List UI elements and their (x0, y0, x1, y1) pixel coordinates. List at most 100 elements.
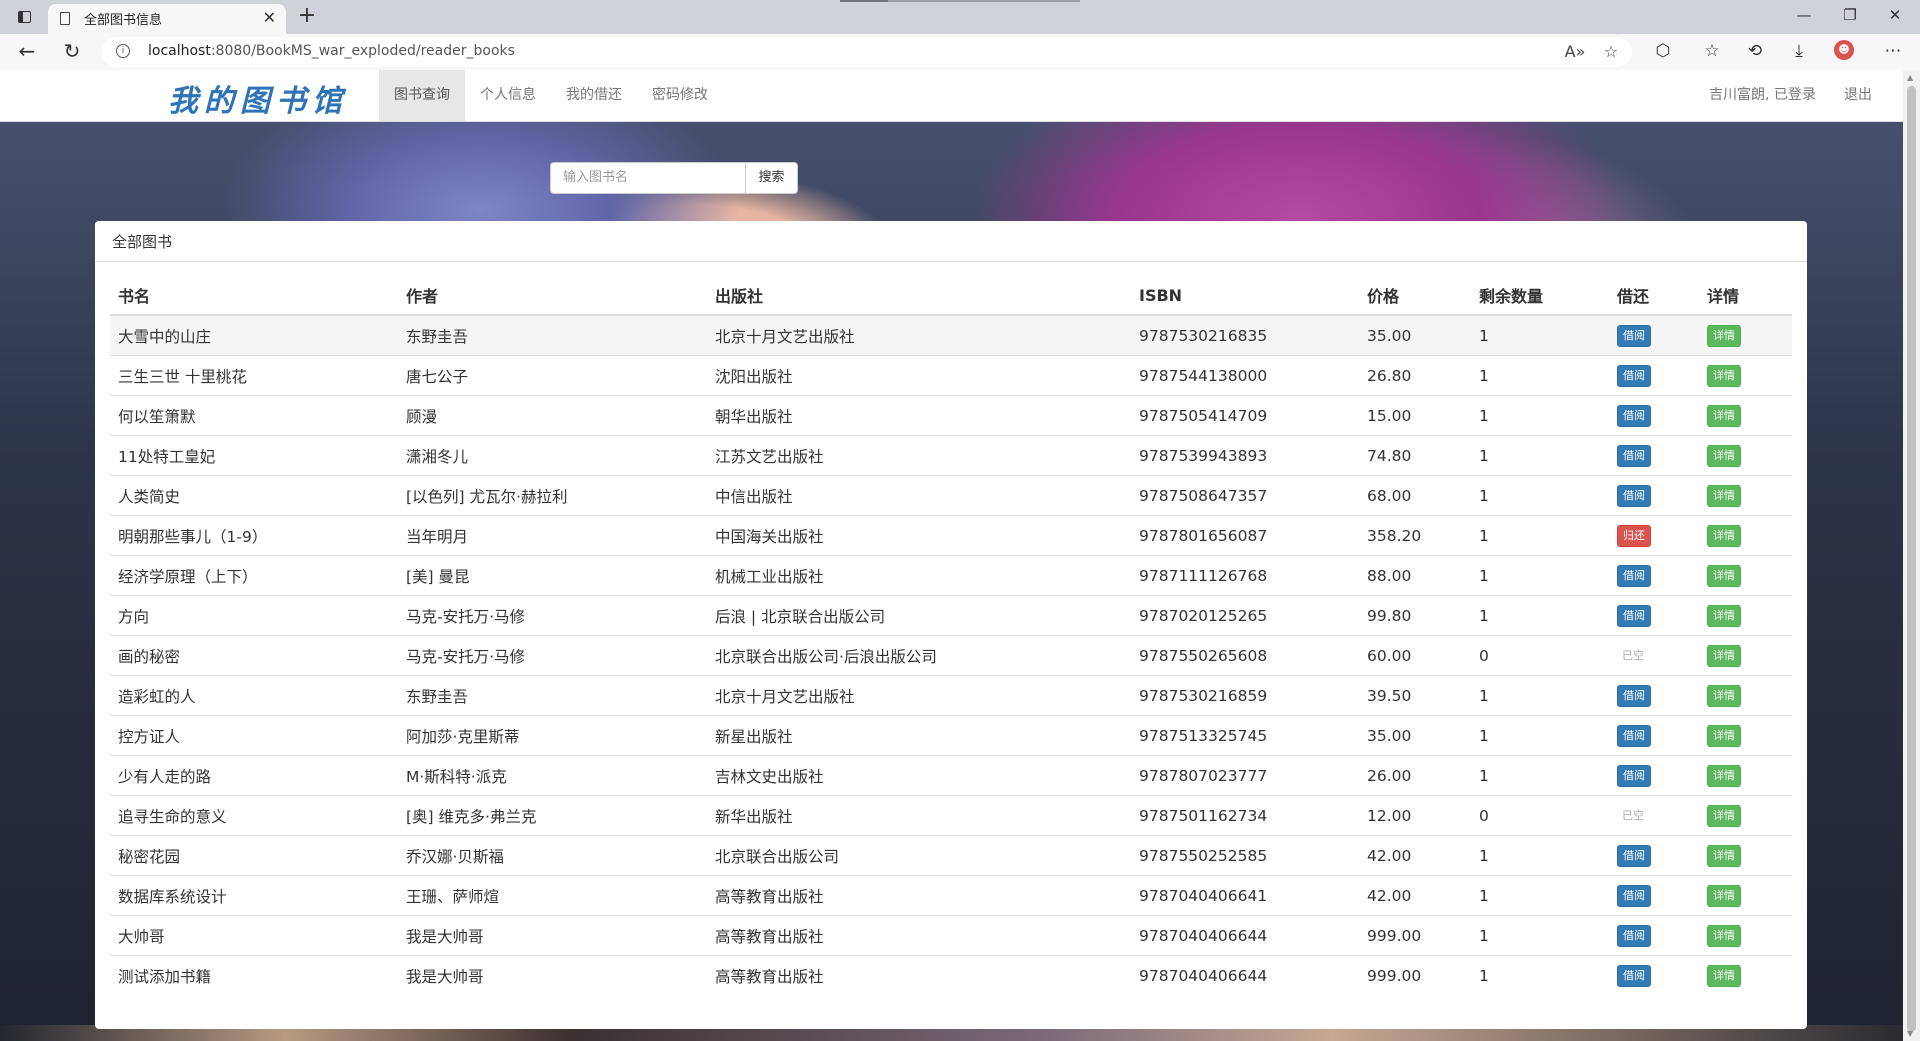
details-button[interactable]: 详情 (1707, 964, 1741, 987)
details-button[interactable]: 详情 (1707, 604, 1741, 627)
book-author: 顾漫 (398, 395, 707, 436)
borrow-button[interactable]: 借阅 (1617, 484, 1651, 507)
book-title: 11处特工皇妃 (110, 435, 398, 476)
return-button[interactable]: 归还 (1617, 524, 1651, 547)
borrow-button[interactable]: 借阅 (1617, 924, 1651, 947)
details-cell: 详情 (1699, 715, 1792, 756)
details-button[interactable]: 详情 (1707, 484, 1741, 507)
book-remaining: 0 (1471, 635, 1609, 676)
nav-link-change-password[interactable]: 密码修改 (637, 70, 723, 121)
borrow-return-cell: 借阅 (1609, 675, 1699, 716)
logged-in-user[interactable]: 吉川富朗, 已登录 (1709, 70, 1816, 121)
back-icon[interactable]: ← (14, 39, 40, 63)
details-button[interactable]: 详情 (1707, 764, 1741, 787)
read-aloud-icon[interactable]: A» (1564, 42, 1586, 61)
details-button[interactable]: 详情 (1707, 924, 1741, 947)
borrow-button[interactable]: 借阅 (1617, 564, 1651, 587)
table-header-row: 书名 作者 出版社 ISBN 价格 剩余数量 借还 详情 (110, 276, 1792, 316)
site-info-icon[interactable]: i (116, 44, 130, 58)
book-publisher: 中信出版社 (707, 475, 1131, 516)
col-header-details: 详情 (1699, 276, 1792, 316)
tab-strip-scroll-indicator-thumb (840, 0, 888, 2)
minimize-icon[interactable]: — (1789, 6, 1819, 24)
details-button[interactable]: 详情 (1707, 324, 1741, 347)
book-title: 大雪中的山庄 (110, 315, 398, 356)
details-button[interactable]: 详情 (1707, 844, 1741, 867)
book-publisher: 高等教育出版社 (707, 915, 1131, 956)
scrollbar-thumb[interactable] (1907, 86, 1916, 1032)
details-button[interactable]: 详情 (1707, 564, 1741, 587)
nav-link-personal-info[interactable]: 个人信息 (465, 70, 551, 121)
borrow-return-cell: 借阅 (1609, 555, 1699, 596)
close-tab-icon[interactable]: ✕ (263, 8, 276, 27)
borrow-button[interactable]: 借阅 (1617, 364, 1651, 387)
details-button[interactable]: 详情 (1707, 884, 1741, 907)
book-author: [奥] 维克多·弗兰克 (398, 795, 707, 836)
scroll-down-icon[interactable]: ▼ (1907, 1029, 1913, 1038)
details-button[interactable]: 详情 (1707, 724, 1741, 747)
profile-avatar-icon[interactable]: ☻ (1834, 40, 1854, 60)
book-isbn: 9787539943893 (1131, 435, 1359, 476)
book-price: 42.00 (1359, 875, 1471, 916)
book-remaining: 1 (1471, 435, 1609, 476)
borrow-return-cell: 借阅 (1609, 435, 1699, 476)
borrow-button[interactable]: 借阅 (1617, 324, 1651, 347)
nav-link-book-search[interactable]: 图书查询 (379, 70, 465, 121)
details-button[interactable]: 详情 (1707, 404, 1741, 427)
browser-tab-active[interactable]: 全部图书信息 ✕ (48, 4, 286, 34)
address-bar[interactable]: i localhost:8080/BookMS_war_exploded/rea… (102, 37, 1632, 67)
page-scrollbar[interactable]: ▲ ▼ (1903, 70, 1920, 1041)
history-icon[interactable]: ⟲ (1743, 41, 1767, 61)
borrow-button[interactable]: 借阅 (1617, 404, 1651, 427)
borrow-button[interactable]: 借阅 (1617, 444, 1651, 467)
restore-icon[interactable]: ❐ (1835, 6, 1865, 24)
borrow-button[interactable]: 借阅 (1617, 844, 1651, 867)
borrow-button[interactable]: 借阅 (1617, 684, 1651, 707)
borrow-button[interactable]: 借阅 (1617, 964, 1651, 987)
book-remaining: 0 (1471, 795, 1609, 836)
search-button[interactable]: 搜索 (745, 162, 798, 194)
details-button[interactable]: 详情 (1707, 684, 1741, 707)
books-panel: 全部图书 书名 作者 出版社 ISBN 价格 剩余数量 借还 详情 大雪中的山庄 (95, 221, 1807, 1029)
book-price: 12.00 (1359, 795, 1471, 836)
details-button[interactable]: 详情 (1707, 644, 1741, 667)
book-isbn: 9787550252585 (1131, 835, 1359, 876)
more-icon[interactable]: ⋯ (1881, 41, 1905, 61)
refresh-icon[interactable]: ↻ (59, 39, 85, 63)
url-text[interactable]: localhost:8080/BookMS_war_exploded/reade… (148, 43, 515, 59)
borrow-button[interactable]: 借阅 (1617, 884, 1651, 907)
nav-link-my-borrows[interactable]: 我的借还 (551, 70, 637, 121)
borrow-button[interactable]: 借阅 (1617, 764, 1651, 787)
tab-actions-icon[interactable] (12, 7, 36, 27)
book-title: 大帅哥 (110, 915, 398, 956)
details-button[interactable]: 详情 (1707, 444, 1741, 467)
new-tab-icon[interactable]: + (294, 3, 320, 28)
downloads-icon[interactable]: ⤓ (1787, 41, 1811, 61)
book-price: 35.00 (1359, 715, 1471, 756)
book-isbn: 9787501162734 (1131, 795, 1359, 836)
col-header-remaining: 剩余数量 (1471, 276, 1609, 316)
scroll-up-icon[interactable]: ▲ (1907, 73, 1913, 82)
favorites-icon[interactable]: ☆ (1700, 41, 1724, 61)
borrow-return-cell: 借阅 (1609, 475, 1699, 516)
search-input[interactable]: 输入图书名 (550, 162, 745, 194)
book-author: M·斯科特·派克 (398, 755, 707, 796)
window-close-icon[interactable]: ✕ (1880, 6, 1910, 24)
book-author: 马克-安托万·马修 (398, 595, 707, 636)
details-button[interactable]: 详情 (1707, 364, 1741, 387)
add-favorite-icon[interactable]: ☆ (1600, 42, 1622, 61)
extensions-icon[interactable]: ⬡ (1651, 41, 1675, 61)
book-remaining: 1 (1471, 475, 1609, 516)
book-author: 我是大帅哥 (398, 955, 707, 995)
borrow-button[interactable]: 借阅 (1617, 724, 1651, 747)
details-cell: 详情 (1699, 675, 1792, 716)
logout-link[interactable]: 退出 (1844, 70, 1872, 121)
brand-logo[interactable]: 我的图书馆 (168, 76, 348, 120)
book-title: 造彩虹的人 (110, 675, 398, 716)
details-button[interactable]: 详情 (1707, 804, 1741, 827)
borrow-return-cell: 借阅 (1609, 315, 1699, 356)
book-isbn: 9787801656087 (1131, 515, 1359, 556)
details-button[interactable]: 详情 (1707, 524, 1741, 547)
borrow-button[interactable]: 借阅 (1617, 604, 1651, 627)
details-cell: 详情 (1699, 795, 1792, 836)
